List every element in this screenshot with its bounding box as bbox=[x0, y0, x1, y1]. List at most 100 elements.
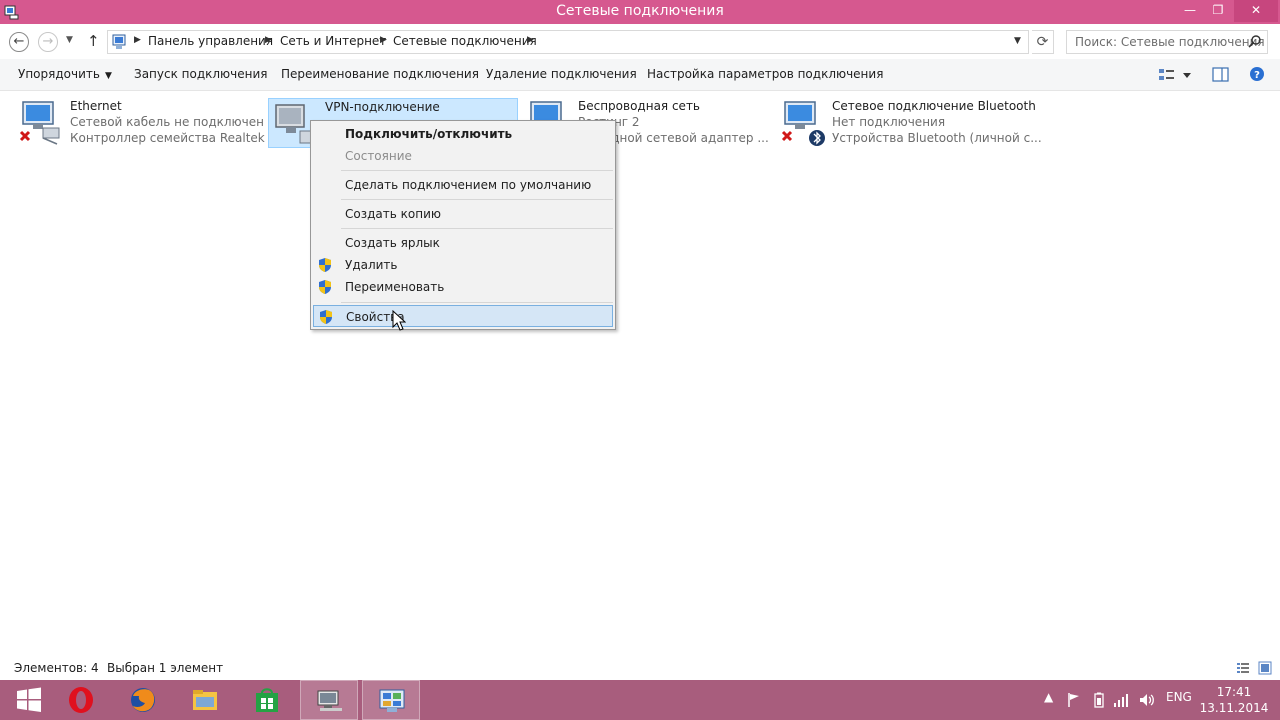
address-field[interactable]: ▶ Панель управления ▶ Сеть и Интернет ▶ … bbox=[107, 30, 1029, 54]
menu-item-status: Состояние bbox=[313, 145, 613, 167]
taskbar: ▲ ENG 17:41 13.11.2014 bbox=[0, 680, 1280, 720]
menu-separator bbox=[341, 228, 613, 229]
uac-shield-icon bbox=[319, 258, 331, 272]
search-placeholder: Поиск: Сетевые подключения bbox=[1075, 35, 1265, 49]
volume-icon[interactable] bbox=[1138, 692, 1156, 708]
menu-item-connect-disconnect[interactable]: Подключить/отключить bbox=[313, 123, 613, 145]
uac-shield-icon bbox=[320, 310, 332, 324]
ethernet-network-icon bbox=[19, 101, 60, 145]
store-icon bbox=[256, 688, 278, 712]
connection-device: Контроллер семейства Realtek P... bbox=[70, 131, 286, 145]
item-count: Элементов: 4 bbox=[14, 661, 99, 675]
rename-connection-button[interactable]: Переименование подключения bbox=[281, 67, 479, 81]
taskbar-opera[interactable] bbox=[52, 680, 110, 720]
taskbar-store[interactable] bbox=[238, 680, 296, 720]
change-view-icon[interactable] bbox=[1158, 65, 1194, 85]
windows-logo-icon bbox=[17, 687, 41, 712]
connection-settings-button[interactable]: Настройка параметров подключения bbox=[647, 67, 883, 81]
connection-name: Ethernet bbox=[70, 99, 122, 113]
opera-icon bbox=[69, 687, 93, 713]
maximize-button[interactable]: ❐ bbox=[1204, 0, 1232, 22]
details-view-icon[interactable] bbox=[1236, 661, 1250, 675]
organize-button[interactable]: Упорядочить ▼ bbox=[18, 67, 112, 81]
menu-item-delete[interactable]: Удалить bbox=[313, 254, 613, 276]
menu-separator bbox=[341, 199, 613, 200]
menu-item-rename[interactable]: Переименовать bbox=[313, 276, 613, 298]
menu-item-label: Сделать подключением по умолчанию bbox=[345, 178, 592, 192]
action-center-flag-icon[interactable] bbox=[1066, 692, 1082, 708]
address-bar: ← → ▼ ↑ ▶ Панель управления ▶ Сеть и Инт… bbox=[0, 24, 1280, 58]
menu-item-label: Удалить bbox=[345, 258, 398, 272]
svg-text:?: ? bbox=[1254, 70, 1260, 81]
menu-item-create-copy[interactable]: Создать копию bbox=[313, 203, 613, 225]
menu-item-label: Создать копию bbox=[345, 207, 441, 221]
clock[interactable]: 17:41 13.11.2014 bbox=[1196, 684, 1272, 716]
context-menu: Подключить/отключить Состояние Сделать п… bbox=[310, 120, 616, 330]
breadcrumb-network-internet[interactable]: Сеть и Интернет bbox=[280, 34, 386, 48]
forward-button[interactable]: → bbox=[38, 32, 58, 52]
organize-label: Упорядочить bbox=[18, 67, 100, 81]
chevron-down-icon: ▼ bbox=[104, 71, 112, 81]
bluetooth-network-icon bbox=[781, 101, 825, 146]
breadcrumb-separator-icon[interactable]: ▶ bbox=[134, 35, 141, 45]
menu-item-label: Создать ярлык bbox=[345, 236, 440, 250]
mouse-cursor-icon bbox=[392, 310, 406, 331]
menu-item-properties[interactable]: Свойства bbox=[313, 305, 613, 327]
clock-date: 13.11.2014 bbox=[1199, 701, 1269, 715]
connection-name: Сетевое подключение Bluetooth bbox=[832, 99, 1036, 113]
up-arrow-icon[interactable]: ↑ bbox=[87, 32, 100, 50]
menu-item-label: Подключить/отключить bbox=[345, 127, 513, 141]
input-language[interactable]: ENG bbox=[1166, 690, 1192, 704]
uac-shield-icon bbox=[319, 280, 331, 294]
command-bar: Упорядочить ▼ Запуск подключения Переимен… bbox=[0, 59, 1280, 91]
title-bar: Сетевые подключения — ❐ ✕ bbox=[0, 0, 1280, 24]
menu-item-set-default[interactable]: Сделать подключением по умолчанию bbox=[313, 174, 613, 196]
connections-list: Ethernet Сетевой кабель не подключен Кон… bbox=[0, 92, 1280, 654]
start-button[interactable] bbox=[0, 680, 58, 720]
connection-status: Сетевой кабель не подключен bbox=[70, 115, 264, 129]
taskbar-remote-desktop[interactable] bbox=[300, 680, 358, 720]
computer-network-icon bbox=[317, 690, 342, 711]
recent-locations-chevron-icon[interactable]: ▼ bbox=[66, 35, 73, 45]
control-panel-icon bbox=[112, 34, 126, 49]
refresh-button[interactable]: ⟳ bbox=[1032, 30, 1054, 54]
connection-item-ethernet[interactable]: Ethernet Сетевой кабель не подключен Кон… bbox=[14, 98, 285, 148]
show-hidden-icons-chevron-icon[interactable]: ▲ bbox=[1044, 690, 1053, 704]
network-signal-icon[interactable] bbox=[1112, 692, 1130, 708]
minimize-button[interactable]: — bbox=[1176, 0, 1204, 22]
close-button[interactable]: ✕ bbox=[1234, 0, 1278, 22]
taskbar-control-panel[interactable] bbox=[362, 680, 420, 720]
preview-pane-icon[interactable] bbox=[1212, 65, 1230, 85]
connection-name: Беспроводная сеть bbox=[578, 99, 701, 113]
back-button[interactable]: ← bbox=[9, 32, 29, 52]
breadcrumb-control-panel[interactable]: Панель управления bbox=[148, 34, 273, 48]
search-box[interactable]: Поиск: Сетевые подключения bbox=[1066, 30, 1268, 54]
large-icons-view-icon[interactable] bbox=[1258, 661, 1272, 675]
status-bar: Элементов: 4 Выбран 1 элемент bbox=[0, 656, 1280, 680]
breadcrumb-network-connections[interactable]: Сетевые подключения bbox=[393, 34, 537, 48]
help-icon[interactable]: ? bbox=[1249, 65, 1267, 85]
breadcrumb-separator-icon[interactable]: ▶ bbox=[527, 35, 534, 45]
control-panel-icon bbox=[379, 689, 405, 712]
menu-item-label: Переименовать bbox=[345, 280, 445, 294]
connection-device: Устройства Bluetooth (личной с... bbox=[832, 131, 1042, 145]
taskbar-file-explorer[interactable] bbox=[176, 680, 234, 720]
firefox-icon bbox=[131, 688, 155, 712]
battery-icon[interactable] bbox=[1092, 692, 1106, 708]
clock-time: 17:41 bbox=[1216, 685, 1252, 699]
connection-item-bluetooth[interactable]: Сетевое подключение Bluetooth Нет подклю… bbox=[776, 98, 1042, 148]
window-title: Сетевые подключения bbox=[556, 3, 724, 19]
address-dropdown-chevron-icon[interactable]: ▼ bbox=[1014, 36, 1021, 46]
connection-status: Нет подключения bbox=[832, 115, 946, 129]
delete-connection-button[interactable]: Удаление подключения bbox=[486, 67, 637, 81]
menu-separator bbox=[341, 170, 613, 171]
start-connection-button[interactable]: Запуск подключения bbox=[134, 67, 268, 81]
connection-name: VPN-подключение bbox=[325, 100, 440, 114]
search-icon[interactable] bbox=[1247, 34, 1263, 50]
breadcrumb-separator-icon[interactable]: ▶ bbox=[380, 35, 387, 45]
menu-item-label: Состояние bbox=[345, 149, 412, 163]
menu-item-create-shortcut[interactable]: Создать ярлык bbox=[313, 232, 613, 254]
taskbar-firefox[interactable] bbox=[114, 680, 172, 720]
menu-separator bbox=[341, 302, 613, 303]
breadcrumb-separator-icon[interactable]: ▶ bbox=[265, 35, 272, 45]
